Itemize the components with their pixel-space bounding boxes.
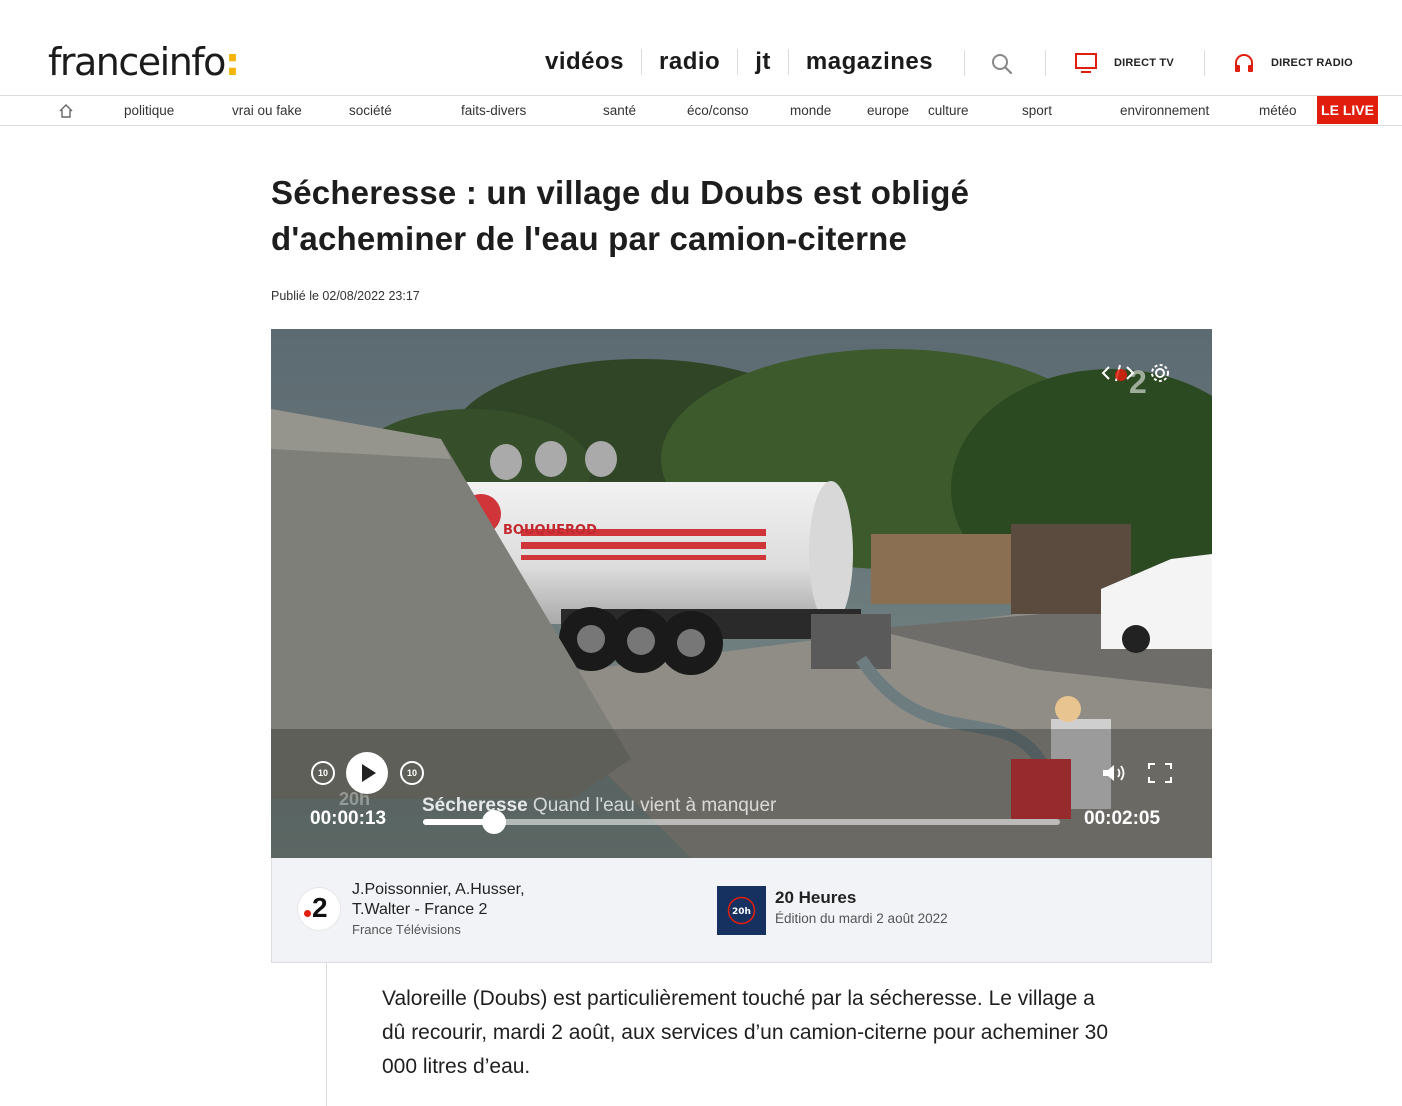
gear-icon[interactable] (1149, 362, 1171, 384)
video-player[interactable]: BOUQUEROD 2 20h Sécheresse Quand l'eau v… (271, 329, 1212, 858)
category-environnement[interactable]: environnement (1120, 102, 1209, 120)
direct-radio-label: DIRECT RADIO (1271, 57, 1353, 69)
nav-magazines[interactable]: magazines (789, 44, 950, 80)
fullscreen-icon[interactable] (1147, 762, 1173, 784)
video-organization: France Télévisions (352, 922, 461, 937)
progress-handle[interactable] (482, 810, 506, 834)
nav-divider (1204, 50, 1205, 76)
category-eco-conso[interactable]: éco/conso (687, 102, 749, 120)
franceinfo-logo[interactable]: franceinfo: (48, 40, 240, 84)
forward-10-button[interactable]: 10 (400, 761, 424, 785)
category-sante[interactable]: santé (603, 102, 636, 120)
france2-watermark-dot (1115, 369, 1127, 381)
nav-radio[interactable]: radio (642, 44, 737, 80)
article-chapo: Valoreille (Doubs) est particulièrement … (382, 987, 1109, 1078)
category-societe[interactable]: société (349, 102, 392, 120)
program-edition: Édition du mardi 2 août 2022 (775, 911, 948, 926)
direct-radio-link[interactable]: DIRECT RADIO (1233, 52, 1353, 74)
top-header: franceinfo: vidéos radio jt magazines DI… (0, 0, 1402, 96)
france2-number: 2 (312, 892, 328, 923)
nav-videos[interactable]: vidéos (528, 44, 641, 80)
rewind-10-button[interactable]: 10 (311, 761, 335, 785)
france2-dot (304, 910, 311, 917)
category-europe[interactable]: europe (867, 102, 909, 120)
direct-tv-label: DIRECT TV (1114, 57, 1174, 69)
nav-divider (964, 50, 965, 76)
category-sport[interactable]: sport (1022, 102, 1052, 120)
home-icon[interactable] (58, 103, 74, 119)
category-nav: politique vrai ou fake société faits-div… (0, 96, 1402, 126)
svg-text:20h: 20h (732, 907, 751, 917)
category-culture[interactable]: culture (928, 102, 969, 120)
category-vrai-ou-fake[interactable]: vrai ou fake (232, 102, 302, 120)
duration: 00:02:05 (1084, 808, 1161, 829)
search-icon[interactable] (990, 52, 1014, 76)
program-thumbnail[interactable]: 20h (717, 886, 766, 935)
current-time: 00:00:13 (310, 808, 387, 829)
france2-watermark: 2 (1129, 364, 1147, 400)
category-monde[interactable]: monde (790, 102, 831, 120)
truck-brand-text: BOUQUEROD (503, 523, 597, 538)
direct-tv-link[interactable]: DIRECT TV (1074, 52, 1174, 74)
category-meteo[interactable]: météo (1259, 102, 1297, 120)
20h-logo-icon: 20h (717, 886, 766, 935)
video-authors: J.Poissonnier, A.Husser, T.Walter - Fran… (352, 881, 525, 918)
volume-icon[interactable] (1101, 762, 1127, 784)
publish-date: Publié le 02/08/2022 23:17 (271, 289, 420, 303)
headphones-icon (1235, 54, 1253, 72)
nav-jt[interactable]: jt (738, 44, 788, 80)
program-name[interactable]: 20 Heures (775, 888, 856, 908)
nav-divider (1045, 50, 1046, 76)
article-title: Sécheresse : un village du Doubs est obl… (271, 174, 970, 257)
category-faits-divers[interactable]: faits-divers (461, 102, 526, 120)
france2-logo[interactable]: 2 (298, 888, 340, 930)
play-icon (362, 764, 376, 782)
play-button[interactable] (346, 752, 388, 794)
category-politique[interactable]: politique (124, 102, 174, 120)
lower-third-caption: Sécheresse Quand l'eau vient à manquer (422, 795, 777, 816)
body-left-rule (326, 963, 327, 1106)
progress-bar[interactable] (423, 810, 1060, 834)
video-credits: 2 J.Poissonnier, A.Husser, T.Walter - Fr… (271, 858, 1212, 963)
le-live-button[interactable]: LE LIVE (1317, 96, 1378, 124)
main-nav: vidéos radio jt magazines (528, 44, 950, 80)
tv-icon (1075, 53, 1097, 73)
